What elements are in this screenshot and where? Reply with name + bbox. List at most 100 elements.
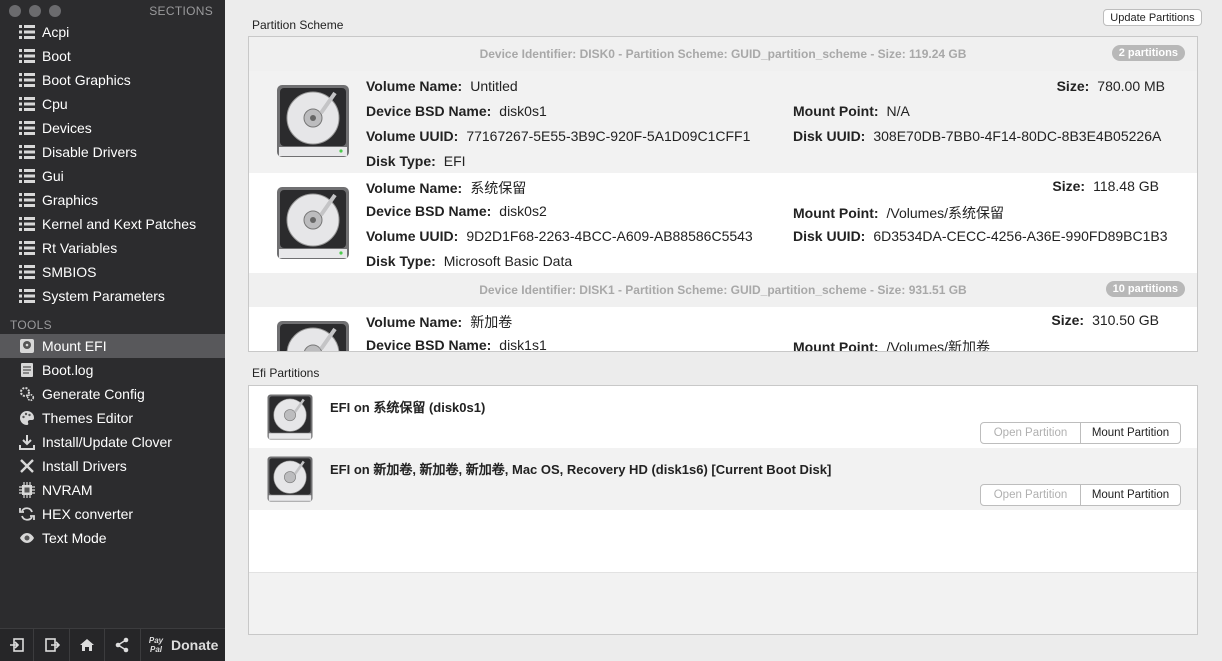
list-icon [18,71,36,89]
open-partition-button[interactable]: Open Partition [981,423,1081,443]
volume-uuid-value: 9D2D1F68-2263-4BCC-A609-AB88586C5543 [466,228,753,244]
tool-item-themes-editor[interactable]: Themes Editor [0,406,225,430]
sections-header: SECTIONS [149,4,213,18]
tool-item-label: Text Mode [42,530,107,546]
volume-name-label: Volume Name: [366,180,463,196]
tools-icon [18,457,36,475]
tool-item-label: NVRAM [42,482,93,498]
share-button[interactable] [105,629,141,661]
hard-disk-icon [267,394,313,440]
mount-partition-button[interactable]: Mount Partition [1081,485,1180,505]
tool-item-text-mode[interactable]: Text Mode [0,526,225,550]
chip-icon [18,481,36,499]
list-icon [18,215,36,233]
volume-name-value: Untitled [470,78,518,94]
disk-uuid-label: Disk UUID: [793,128,866,144]
home-button[interactable] [70,629,106,661]
sidebar-item-rt-variables[interactable]: Rt Variables [0,236,225,260]
sidebar-item-system-parameters[interactable]: System Parameters [0,284,225,308]
sidebar-item-label: System Parameters [42,288,165,304]
sidebar-item-kernel-and-kext-patches[interactable]: Kernel and Kext Patches [0,212,225,236]
tool-item-label: Generate Config [42,386,145,402]
tool-item-label: Themes Editor [42,410,134,426]
tool-item-nvram[interactable]: NVRAM [0,478,225,502]
sidebar-item-cpu[interactable]: Cpu [0,92,225,116]
mount-point-label: Mount Point: [793,339,879,352]
refresh-icon [18,505,36,523]
tool-item-generate-config[interactable]: Generate Config [0,382,225,406]
mount-point-value: /Volumes/新加卷 [886,339,991,352]
sidebar: SECTIONS Acpi Boot Boot Graphics Cpu Devices… [0,0,225,661]
minimize-window-button[interactable] [29,5,41,17]
efi-row-actions: Open Partition Mount Partition [980,422,1181,444]
bsd-name-value: disk1s1 [499,337,547,352]
efi-row[interactable]: EFI on 系统保留 (disk0s1) Open Partition Mou… [249,386,1197,449]
disk-uuid-label: Disk UUID: [793,228,866,244]
sidebar-item-label: Kernel and Kext Patches [42,216,197,232]
sidebar-item-graphics[interactable]: Graphics [0,188,225,212]
open-partition-button[interactable]: Open Partition [981,485,1081,505]
volume-name-value: 新加卷 [470,314,513,330]
tools-header: TOOLS [10,318,52,332]
update-partitions-button[interactable]: Update Partitions [1103,9,1202,26]
tool-item-install-update-clover[interactable]: Install/Update Clover [0,430,225,454]
mount-point-value: /Volumes/系统保留 [886,205,1005,221]
size-label: Size: [1052,178,1086,194]
sidebar-item-label: Disable Drivers [42,144,137,160]
efi-partitions-panel: EFI on 系统保留 (disk0s1) Open Partition Mou… [248,385,1198,635]
sidebar-item-label: Cpu [42,96,68,112]
list-icon [18,47,36,65]
sidebar-item-boot-graphics[interactable]: Boot Graphics [0,68,225,92]
sidebar-item-disable-drivers[interactable]: Disable Drivers [0,140,225,164]
bsd-name-value: disk0s1 [499,103,547,119]
size-value: 780.00 MB [1097,78,1165,94]
partition-scheme-panel: Device Identifier: DISK0 - Partition Sch… [248,36,1198,352]
volume-name-label: Volume Name: [366,314,463,330]
sidebar-item-label: Rt Variables [42,240,118,256]
bsd-name-value: disk0s2 [499,203,547,219]
sidebar-item-acpi[interactable]: Acpi [0,20,225,44]
volume-name-label: Volume Name: [366,78,463,94]
partition-row[interactable]: Volume Name: 系统保留 Device BSD Name: disk0s2… [249,173,1197,275]
tool-item-boot-log[interactable]: Boot.log [0,358,225,382]
efi-partitions-title: Efi Partitions [252,366,320,380]
tool-item-install-drivers[interactable]: Install Drivers [0,454,225,478]
list-icon [18,119,36,137]
import-button[interactable] [0,629,35,661]
sidebar-item-boot[interactable]: Boot [0,44,225,68]
sidebar-item-smbios[interactable]: SMBIOS [0,260,225,284]
partition-row[interactable]: Volume Name: 新加卷 Device BSD Name: disk1s1 … [249,307,1197,352]
disk-icon [18,337,36,355]
partition-count-badge: 10 partitions [1105,281,1185,297]
donate-button[interactable]: Pay Pal Donate [141,629,225,661]
palette-icon [18,409,36,427]
hard-disk-icon [277,85,349,157]
close-window-button[interactable] [9,5,21,17]
partition-row[interactable]: Volume Name: Untitled Device BSD Name: dis… [249,71,1197,173]
mount-partition-button[interactable]: Mount Partition [1081,423,1180,443]
efi-row[interactable]: EFI on 新加卷, 新加卷, 新加卷, Mac OS, Recovery H… [249,448,1197,511]
log-icon [18,361,36,379]
tool-item-mount-efi[interactable]: Mount EFI [0,334,225,358]
volume-uuid-value: 77167267-5E55-3B9C-920F-5A1D09C1CFF1 [466,128,751,144]
device-header: Device Identifier: DISK0 - Partition Sch… [249,37,1197,71]
sidebar-item-label: SMBIOS [42,264,97,280]
sidebar-item-gui[interactable]: Gui [0,164,225,188]
sidebar-item-devices[interactable]: Devices [0,116,225,140]
export-icon [44,638,60,652]
mount-point-value: N/A [886,103,910,119]
zoom-window-button[interactable] [49,5,61,17]
bsd-name-label: Device BSD Name: [366,103,492,119]
tool-item-hex-converter[interactable]: HEX converter [0,502,225,526]
gears-icon [18,385,36,403]
export-button[interactable] [34,629,70,661]
tool-item-label: Install Drivers [42,458,127,474]
donate-label: Donate [171,637,219,653]
disk-uuid-value: 308E70DB-7BB0-4F14-80DC-8B3E4B05226A [873,128,1162,144]
sidebar-bottom-toolbar: Pay Pal Donate [0,628,225,661]
bsd-name-label: Device BSD Name: [366,203,492,219]
mount-point-label: Mount Point: [793,205,879,221]
partition-count-badge: 2 partitions [1111,45,1185,61]
list-icon [18,23,36,41]
disk-type-value: EFI [443,153,466,169]
